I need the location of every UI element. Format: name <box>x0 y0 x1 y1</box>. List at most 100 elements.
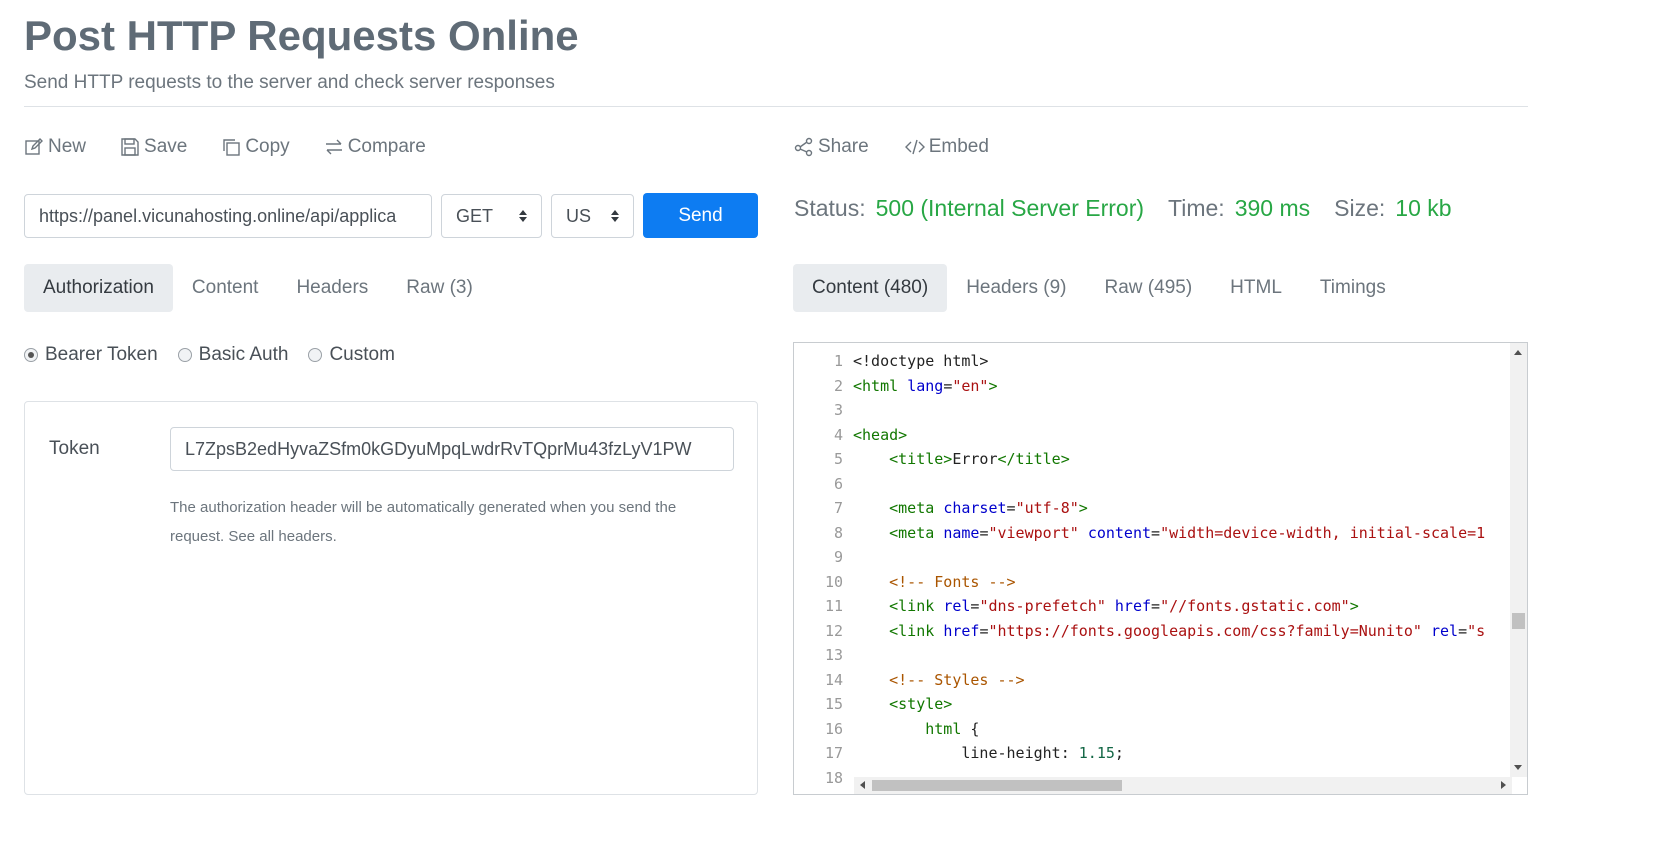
scroll-right-icon[interactable] <box>1501 781 1506 789</box>
horizontal-scroll-thumb[interactable] <box>872 780 1122 791</box>
radio-label: Custom <box>329 344 395 365</box>
line-number: 11 <box>824 597 843 615</box>
code-token: content <box>1087 523 1152 542</box>
code-text: <meta charset="utf-8"> <box>849 496 1088 521</box>
code-token: <meta <box>889 499 935 517</box>
tab-response-raw[interactable]: Raw (495) <box>1086 264 1212 312</box>
method-select[interactable]: GET <box>441 194 542 238</box>
code-lines: 1 <!doctype html> 2 <html lang="en"> 3 4 <head… <box>794 349 1485 790</box>
tab-headers[interactable]: Headers <box>277 264 387 312</box>
radio-unchecked-icon <box>308 348 323 362</box>
code-text: <!-- Styles --> <box>849 668 1024 693</box>
embed-button[interactable]: Embed <box>904 136 989 158</box>
token-input[interactable] <box>170 427 734 471</box>
code-token: <link <box>889 597 935 615</box>
tab-raw[interactable]: Raw (3) <box>387 264 492 312</box>
request-toolbar: New Save Copy Compare <box>24 136 426 158</box>
vertical-scrollbar[interactable] <box>1510 343 1527 777</box>
line-number: 1 <box>833 352 843 370</box>
tab-authorization[interactable]: Authorization <box>24 264 173 312</box>
line-number: 7 <box>833 499 843 517</box>
region-value: US <box>566 205 592 226</box>
token-help-text: The authorization header will be automat… <box>170 499 677 545</box>
response-code-viewer[interactable]: 1 <!doctype html> 2 <html lang="en"> 3 4 <head… <box>793 342 1528 795</box>
token-label: Token <box>49 438 100 459</box>
line-number: 17 <box>824 744 843 762</box>
code-token: > <box>1349 597 1359 615</box>
copy-icon <box>223 139 241 156</box>
code-token: { <box>961 719 980 738</box>
code-token: lang <box>907 376 944 395</box>
code-text: html { <box>849 717 979 742</box>
code-token: charset <box>943 499 1007 517</box>
scroll-down-icon[interactable] <box>1514 765 1522 770</box>
size-value: 10 kb <box>1395 195 1452 221</box>
region-select[interactable]: US <box>551 194 634 238</box>
code-line: 14 <!-- Styles --> <box>794 668 1485 693</box>
line-number: 8 <box>833 523 843 542</box>
copy-label: Copy <box>245 136 290 157</box>
scroll-left-icon[interactable] <box>860 781 865 789</box>
copy-button[interactable]: Copy <box>221 136 290 158</box>
code-token: <!doctype html> <box>853 352 989 370</box>
code-line: 13 <box>794 643 1485 668</box>
code-token: = <box>1151 523 1161 542</box>
code-token: > <box>1078 499 1088 517</box>
vertical-scroll-thumb[interactable] <box>1512 613 1525 629</box>
compare-icon <box>325 139 342 155</box>
url-input[interactable] <box>24 194 432 238</box>
auth-panel: Token The authorization header will be a… <box>24 401 758 795</box>
code-token: ; <box>1114 744 1124 762</box>
code-token: Error <box>952 450 998 468</box>
tab-response-html[interactable]: HTML <box>1211 264 1301 312</box>
share-icon <box>794 137 813 157</box>
tab-content[interactable]: Content <box>173 264 278 312</box>
page-title: Post HTTP Requests Online <box>24 12 579 59</box>
tab-response-content[interactable]: Content (480) <box>793 264 948 312</box>
radio-custom[interactable]: Custom <box>308 344 395 366</box>
code-token: <head> <box>853 425 908 444</box>
radio-basic-auth[interactable]: Basic Auth <box>177 344 288 366</box>
code-token: html <box>925 719 962 738</box>
line-number: 9 <box>833 548 843 566</box>
share-button[interactable]: Share <box>794 136 869 158</box>
code-line: 16 html { <box>794 717 1485 742</box>
code-line: 9 <box>794 545 1485 570</box>
code-line: 3 <box>794 398 1485 423</box>
new-button[interactable]: New <box>24 136 86 158</box>
code-line: 10 <!-- Fonts --> <box>794 570 1485 595</box>
code-token: <!-- Fonts --> <box>889 572 1016 591</box>
radio-bearer-token[interactable]: Bearer Token <box>24 344 158 366</box>
save-button[interactable]: Save <box>120 136 187 158</box>
code-token: "width=device-width, initial-scale=1 <box>1160 523 1486 542</box>
code-token: <style> <box>889 695 953 713</box>
radio-unchecked-icon <box>177 348 192 362</box>
compare-label: Compare <box>347 136 426 157</box>
scroll-up-icon[interactable] <box>1514 350 1522 355</box>
edit-icon <box>25 138 43 155</box>
code-line: 8 <meta name="viewport" content="width=d… <box>794 521 1485 546</box>
line-number: 18 <box>824 768 843 787</box>
line-number: 13 <box>824 646 843 664</box>
response-tabs: Content (480) Headers (9) Raw (495) HTML… <box>793 264 1405 312</box>
tab-response-headers[interactable]: Headers (9) <box>947 264 1085 312</box>
code-token: <html <box>853 376 899 395</box>
code-line: 5 <title>Error</title> <box>794 447 1485 472</box>
compare-button[interactable]: Compare <box>324 136 426 158</box>
status-value: 500 (Internal Server Error) <box>875 195 1145 221</box>
code-line: 4 <head> <box>794 423 1485 448</box>
send-button[interactable]: Send <box>643 193 758 238</box>
code-line: 7 <meta charset="utf-8"> <box>794 496 1485 521</box>
tab-response-timings[interactable]: Timings <box>1301 264 1405 312</box>
horizontal-scrollbar[interactable] <box>854 777 1512 794</box>
share-label: Share <box>818 136 869 157</box>
